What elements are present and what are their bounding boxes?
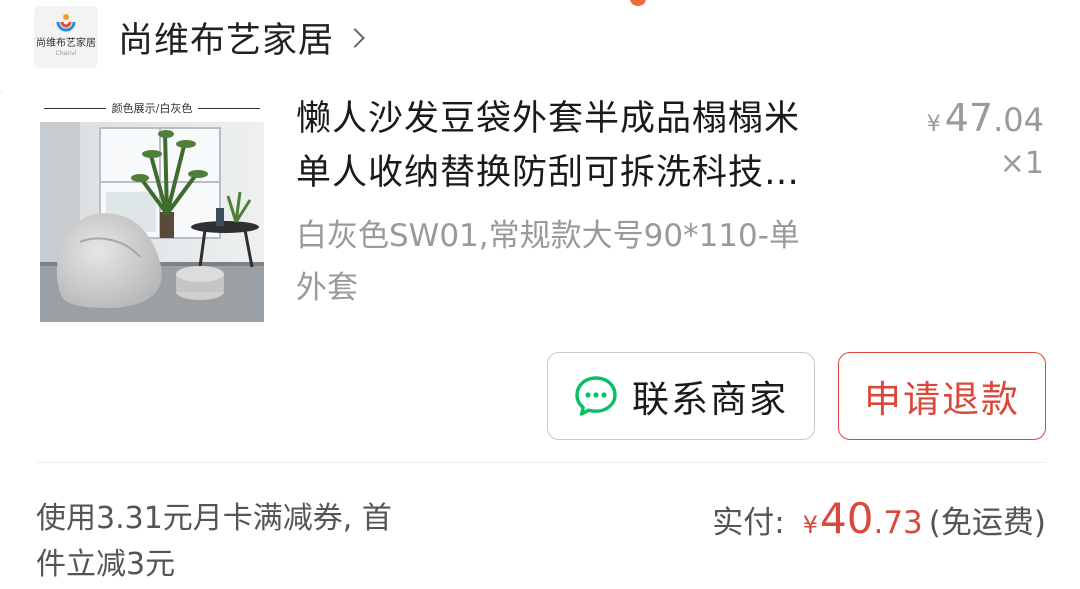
chat-bubble-icon <box>575 376 617 416</box>
shop-header[interactable]: 尚维布艺家居 Chanvi 尚维布艺家居 <box>34 6 365 68</box>
divider <box>36 462 1046 463</box>
thumbnail-caption: 颜色展示/白灰色 <box>38 98 266 118</box>
coupon-info-line-2: 件立减3元 <box>36 547 176 582</box>
paid-currency: ¥ <box>802 511 819 539</box>
paid-decimal: .73 <box>873 505 923 541</box>
request-refund-label: 申请退款 <box>864 378 1020 421</box>
product-spec-line-1: 白灰色SW01,常规款大号90*110-单 <box>296 218 800 254</box>
unit-price: ¥47.04 <box>927 96 1044 140</box>
product-title-line-1: 懒人沙发豆袋外套半成品榻榻米 <box>296 99 801 139</box>
price-currency: ¥ <box>926 112 941 137</box>
chevron-right-icon[interactable] <box>345 28 365 48</box>
paid-amount: 实付: ¥ 40 .73 (免运费) <box>712 494 1046 543</box>
product-title[interactable]: 懒人沙发豆袋外套半成品榻榻米 单人收纳替换防刮可拆洗科技… <box>296 92 876 200</box>
status-indicator <box>630 0 646 6</box>
card-edge <box>0 92 6 102</box>
contact-seller-button[interactable]: 联系商家 <box>547 352 815 440</box>
paid-integer: 40 <box>820 494 874 543</box>
order-item-page: 尚维布艺家居 Chanvi 尚维布艺家居 颜色展示/白灰色 懒人沙发豆袋外套半成… <box>0 0 1080 589</box>
price-decimal: .04 <box>993 101 1044 139</box>
coupon-info: 使用3.31元月卡满减券, 首 件立减3元 <box>36 496 476 588</box>
product-spec: 白灰色SW01,常规款大号90*110-单 外套 <box>296 210 896 314</box>
shop-logo-subtext: Chanvi <box>55 50 77 57</box>
shop-name[interactable]: 尚维布艺家居 <box>118 12 334 63</box>
coupon-info-line-1: 使用3.31元月卡满减券, 首 <box>36 501 392 536</box>
shop-logo: 尚维布艺家居 Chanvi <box>34 6 98 68</box>
product-spec-line-2: 外套 <box>296 270 358 306</box>
product-thumbnail[interactable]: 颜色展示/白灰色 <box>38 98 266 324</box>
request-refund-button[interactable]: 申请退款 <box>838 352 1046 440</box>
shop-logo-mark-icon <box>56 14 76 32</box>
contact-seller-label: 联系商家 <box>632 378 788 421</box>
product-title-line-2: 单人收纳替换防刮可拆洗科技… <box>296 153 801 193</box>
shipping-note: (免运费) <box>928 505 1046 541</box>
item-quantity: ×1 <box>999 146 1044 181</box>
paid-label: 实付: <box>712 505 785 541</box>
price-integer: 47 <box>944 96 994 140</box>
shop-logo-text: 尚维布艺家居 <box>36 38 96 49</box>
beanbag-photo <box>40 122 264 322</box>
